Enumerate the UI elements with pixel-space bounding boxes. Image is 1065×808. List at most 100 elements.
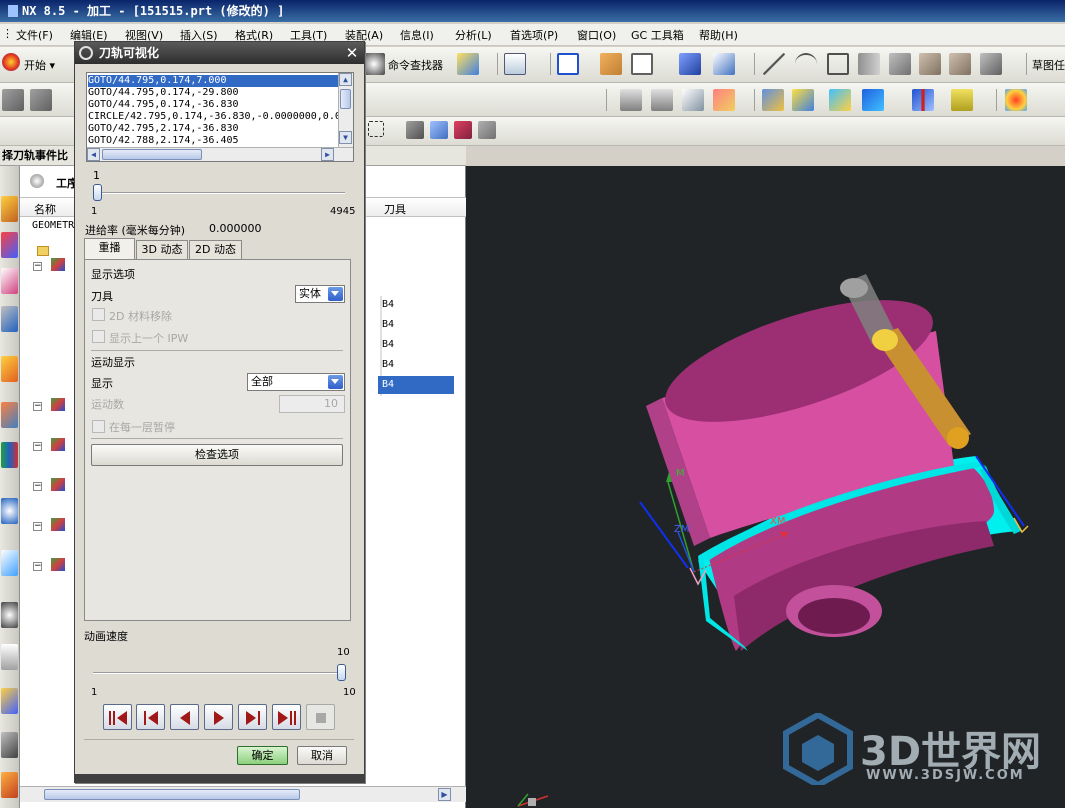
scroll-down-icon[interactable]: ▼ <box>339 131 352 144</box>
filter-icon-2[interactable] <box>430 121 448 139</box>
previous-ipw-checkbox[interactable] <box>92 330 105 343</box>
expand-toggle[interactable]: − <box>33 562 42 571</box>
menu-analysis[interactable]: 分析(L) <box>455 27 492 43</box>
resource-sys-icon[interactable] <box>1 732 18 758</box>
expand-toggle[interactable]: − <box>33 482 42 491</box>
scroll-up-icon[interactable]: ▲ <box>339 73 352 86</box>
filter-icon-4[interactable] <box>478 121 496 139</box>
speed-slider-thumb[interactable] <box>337 664 346 681</box>
ok-button[interactable]: 确定 <box>237 746 288 765</box>
sketch-label[interactable]: 草图任 <box>1032 57 1065 73</box>
motion-display-select[interactable]: 全部 <box>247 373 345 391</box>
resource-library-icon[interactable] <box>1 402 18 428</box>
toolpath-line[interactable]: GOTO/44.795,0.174,-29.800 <box>88 87 338 99</box>
tool-path-icon-3[interactable] <box>829 89 851 111</box>
play-forward-button[interactable] <box>204 704 233 730</box>
operation-icon-2[interactable] <box>30 89 52 111</box>
expand-toggle[interactable]: − <box>33 442 42 451</box>
material-removal-checkbox[interactable] <box>92 308 105 321</box>
feature-icon-3[interactable] <box>949 53 971 75</box>
tool-path-icon-1[interactable] <box>762 89 784 111</box>
fit-view-icon[interactable] <box>557 53 579 75</box>
rectangle-icon[interactable] <box>827 53 849 75</box>
fast-forward-to-end-button[interactable] <box>272 704 301 730</box>
cancel-button[interactable]: 取消 <box>297 746 347 765</box>
resource-tool-icon[interactable] <box>1 356 18 382</box>
resource-machine-icon[interactable] <box>1 232 18 258</box>
arc-icon[interactable] <box>795 53 817 75</box>
check-options-button[interactable]: 检查选项 <box>91 444 343 466</box>
settings-gear-icon[interactable] <box>79 46 93 60</box>
tool-path-icon-2[interactable] <box>792 89 814 111</box>
scroll-right-icon[interactable]: ▶ <box>438 788 451 801</box>
resource-palette-icon[interactable] <box>1 442 18 468</box>
measure-icon[interactable] <box>912 89 934 111</box>
step-backward-button[interactable] <box>136 704 165 730</box>
analysis-icon[interactable] <box>1005 89 1027 111</box>
expand-toggle[interactable]: − <box>33 262 42 271</box>
column-tool[interactable]: 刀具 <box>384 201 406 217</box>
pause-layer-checkbox[interactable] <box>92 420 105 433</box>
tab-replay[interactable]: 重播 <box>84 238 135 259</box>
scrollbar-thumb[interactable] <box>340 89 351 109</box>
toolpath-line[interactable]: GOTO/42.788,2.174,-36.405 <box>88 135 338 147</box>
toolpath-line[interactable]: GOTO/44.795,0.174,-36.830 <box>88 99 338 111</box>
resource-role-icon[interactable] <box>1 688 18 714</box>
filter-icon-1[interactable] <box>406 121 424 139</box>
toolpath-line[interactable]: CIRCLE/42.795,0.174,-36.830,-0.0000000,0… <box>88 111 338 123</box>
expand-toggle[interactable]: − <box>33 402 42 411</box>
resource-operation-icon[interactable] <box>1 196 18 222</box>
render-style-icon[interactable] <box>631 53 653 75</box>
tool-display-select[interactable]: 实体 <box>295 285 345 303</box>
resource-extra-icon[interactable] <box>1 772 18 798</box>
resource-web-icon[interactable] <box>1 498 18 524</box>
speed-slider-track[interactable] <box>93 672 345 674</box>
coordinate-icon[interactable] <box>713 89 735 111</box>
pin-icon[interactable] <box>30 174 44 188</box>
scroll-left-icon[interactable]: ◀ <box>87 148 100 161</box>
filter-icon-3[interactable] <box>454 121 472 139</box>
feature-icon-4[interactable] <box>980 53 1002 75</box>
layer-icon-3[interactable] <box>682 89 704 111</box>
position-slider-track[interactable] <box>93 192 345 194</box>
listing-h-scrollbar[interactable]: ◀ ▶ <box>87 147 353 161</box>
navigator-h-scrollbar[interactable]: ▶ <box>20 786 466 802</box>
orient-view-icon[interactable] <box>679 53 701 75</box>
step-forward-button[interactable] <box>238 704 267 730</box>
command-finder-icon[interactable] <box>363 53 385 75</box>
menu-file[interactable]: 文件(F) <box>16 27 53 43</box>
scroll-right-icon[interactable]: ▶ <box>321 148 334 161</box>
layer-icon-1[interactable] <box>620 89 642 111</box>
resource-history-icon[interactable] <box>1 550 18 576</box>
feature-icon-2[interactable] <box>919 53 941 75</box>
open-folder-icon[interactable] <box>600 53 622 75</box>
tree-root[interactable]: GEOMETRY <box>32 220 80 231</box>
tab-3d-dynamic[interactable]: 3D 动态 <box>136 240 188 259</box>
menu-window[interactable]: 窗口(O) <box>577 27 616 43</box>
ruler-icon[interactable] <box>951 89 973 111</box>
column-name[interactable]: 名称 <box>34 201 56 217</box>
command-finder-label[interactable]: 命令查找器 <box>388 57 443 73</box>
expand-toggle[interactable]: − <box>33 522 42 531</box>
view-tools-icon[interactable] <box>713 53 735 75</box>
layer-icon-2[interactable] <box>651 89 673 111</box>
resource-geometry-icon[interactable] <box>1 268 18 294</box>
line-icon[interactable] <box>763 53 785 75</box>
chevron-down-icon[interactable] <box>328 287 343 301</box>
tab-2d-dynamic[interactable]: 2D 动态 <box>189 240 242 259</box>
graphics-viewport[interactable]: M ZM XM 3D世界网 WWW.3DSJW.COM <box>466 166 1065 808</box>
resource-clock-icon[interactable] <box>1 602 18 628</box>
toolpath-listing[interactable]: GOTO/44.795,0.174,7.000 GOTO/44.795,0.17… <box>86 72 354 162</box>
play-backward-button[interactable] <box>170 704 199 730</box>
menu-info[interactable]: 信息(I) <box>400 27 434 43</box>
selection-options-icon[interactable] <box>457 53 479 75</box>
scrollbar-thumb[interactable] <box>102 149 202 160</box>
selection-box-icon[interactable] <box>368 121 384 137</box>
close-icon[interactable]: ✕ <box>343 44 361 62</box>
tool-path-icon-4[interactable] <box>862 89 884 111</box>
feature-icon-1[interactable] <box>889 53 911 75</box>
stop-button[interactable] <box>306 704 335 730</box>
operation-icon-1[interactable] <box>2 89 24 111</box>
menu-help[interactable]: 帮助(H) <box>699 27 738 43</box>
resource-method-icon[interactable] <box>1 306 18 332</box>
